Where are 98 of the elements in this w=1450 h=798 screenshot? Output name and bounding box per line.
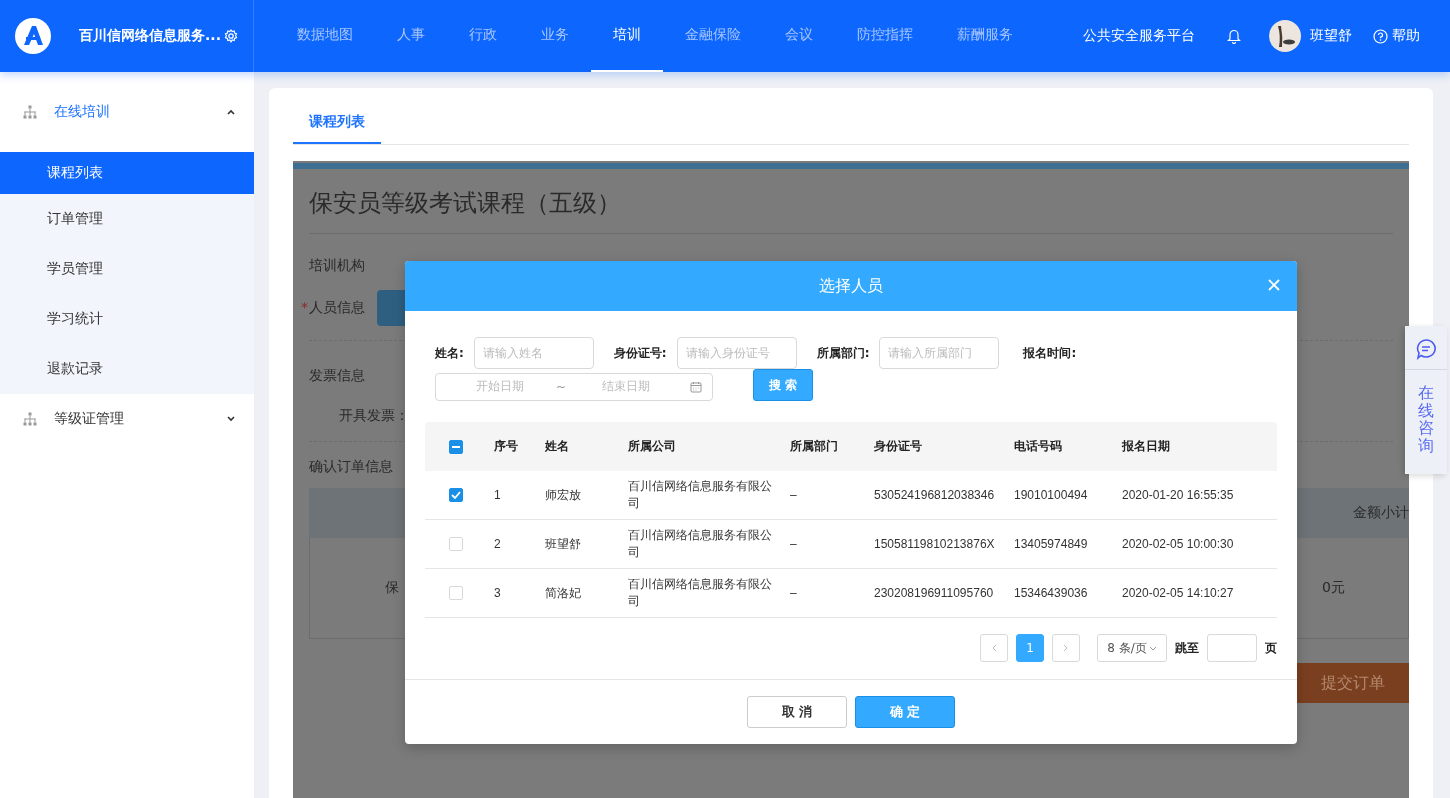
jump-label: 跳至 [1175, 639, 1199, 657]
caret-icon [226, 416, 236, 422]
caret-icon [226, 109, 236, 115]
table-header: 金额小计 [1353, 504, 1409, 522]
filter-label: 所属部门: [816, 344, 870, 362]
chat-bubble-icon [1415, 338, 1437, 360]
check-icon [451, 491, 461, 499]
table-cell-text: 百川信网络信息服务有限公司 [628, 576, 773, 610]
table-cell-text: 2 [494, 535, 502, 553]
help-icon [1373, 28, 1388, 44]
column-header: 报名日期 [1122, 438, 1171, 455]
nav-tab[interactable]: 业务 [519, 0, 591, 72]
user-name[interactable]: 班望舒 [1310, 27, 1352, 45]
filter-label: 报名时间: [1023, 344, 1077, 362]
row-checkbox[interactable] [449, 488, 463, 502]
nav-tab[interactable]: 培训 [591, 0, 663, 72]
select-all-checkbox[interactable] [449, 439, 463, 454]
page-button[interactable]: 1 [1016, 634, 1044, 662]
sidebar-item[interactable]: 学习统计 [0, 294, 254, 344]
nav-tab[interactable]: 数据地图 [275, 0, 375, 72]
table-cell-text: 15058119810213876X [874, 535, 996, 553]
field-label: *人员信息 [301, 299, 365, 317]
logo-icon [15, 18, 51, 54]
table-cell: 保 [385, 579, 399, 595]
sidebar-group[interactable]: 等级证管理 [0, 394, 254, 444]
previous-page-button[interactable] [980, 634, 1008, 662]
table-cell-text: 2020-01-20 16:55:35 [1122, 486, 1235, 504]
minus-icon [452, 445, 460, 448]
page-suffix: 页 [1265, 639, 1277, 657]
table-cell-text: 1 [494, 486, 502, 504]
table-cell-text: 百川信网络信息服务有限公司 [628, 527, 773, 561]
help-link[interactable]: 帮助 [1373, 27, 1420, 45]
table-cell-text: – [790, 584, 798, 602]
nav-tab[interactable]: 行政 [447, 0, 519, 72]
submit-order-button[interactable]: 提交订单 [1297, 663, 1409, 703]
cancel-button[interactable]: 取 消 [747, 696, 847, 728]
table-cell-text: 2020-02-05 14:10:27 [1122, 584, 1235, 602]
column-header: 电话号码 [1014, 438, 1063, 455]
sidebar-item[interactable]: 学员管理 [0, 244, 254, 294]
nav-tab[interactable]: 人事 [375, 0, 447, 72]
platform-link[interactable]: 公共安全服务平台 [1083, 27, 1195, 45]
field-label: 培训机构 [309, 257, 365, 275]
filter-input[interactable]: 请输入所属部门 [879, 337, 1000, 369]
confirm-button[interactable]: 确 定 [855, 696, 955, 728]
calendar-icon [690, 380, 702, 393]
table-cell-text: 2020-02-05 10:00:30 [1122, 535, 1235, 553]
sidebar-item[interactable]: 退款记录 [0, 344, 254, 394]
jump-page-input[interactable] [1207, 634, 1257, 662]
column-header: 所属公司 [628, 438, 677, 455]
column-header: 身份证号 [874, 438, 923, 455]
chevron-left-icon [991, 644, 997, 652]
table-cell-text: 3 [494, 584, 502, 602]
field-label: 开具发票： [339, 407, 409, 425]
sidebar-item[interactable]: 课程列表 [0, 152, 254, 194]
nav-tab[interactable]: 金融保险 [663, 0, 763, 72]
org-tree-icon [23, 412, 37, 426]
table-cell-text: 13405974849 [1014, 535, 1089, 553]
search-button[interactable]: 搜 索 [753, 369, 813, 401]
page-tab[interactable]: 课程列表 [293, 105, 381, 144]
filter-label: 身份证号: [613, 344, 667, 362]
column-header: 姓名 [545, 438, 570, 455]
table-cell-text: 15346439036 [1014, 584, 1089, 602]
section-title: 确认订单信息 [309, 458, 393, 476]
dialog-title: 选择人员 [819, 275, 883, 297]
table-cell-text: 19010100494 [1014, 486, 1089, 504]
nav-tab[interactable]: 防控指挥 [835, 0, 935, 72]
section-title: 发票信息 [309, 367, 365, 385]
next-page-button[interactable] [1052, 634, 1080, 662]
nav-tab[interactable]: 薪酬服务 [935, 0, 1035, 72]
close-icon[interactable] [1267, 278, 1281, 292]
caret-icon [1148, 645, 1157, 651]
course-title: 保安员等级考试课程（五级） [309, 169, 1393, 234]
app-name: 百川信网络信息服务... [79, 27, 221, 45]
nav-tab[interactable]: 会议 [763, 0, 835, 72]
column-header: 所属部门 [790, 438, 839, 455]
chevron-right-icon [1063, 644, 1069, 652]
filter-input[interactable]: 请输入身份证号 [676, 337, 797, 369]
table-cell-text: 简洛妃 [545, 584, 582, 602]
settings-icon[interactable] [223, 29, 238, 43]
sidebar-group[interactable]: 在线培训 [0, 72, 254, 152]
table-cell-text: 230208196911095760 [874, 584, 995, 602]
date-range-field[interactable]: 开始日期 ~ 结束日期 [435, 372, 713, 401]
column-header: 序号 [494, 438, 519, 455]
sidebar-item[interactable]: 订单管理 [0, 194, 254, 244]
table-cell-text: 530524196812038346 [874, 486, 996, 504]
filter-input[interactable]: 请输入姓名 [473, 337, 594, 369]
table-cell-text: – [790, 486, 798, 504]
page-size-select[interactable]: 8 条/页 [1097, 634, 1167, 662]
table-cell-text: – [790, 535, 798, 553]
table-cell-text: 百川信网络信息服务有限公司 [628, 478, 773, 512]
table-cell-text: 师宏放 [545, 486, 582, 504]
table-cell-text: 班望舒 [545, 535, 582, 553]
filter-label: 姓名: [435, 344, 464, 362]
avatar-icon[interactable] [1269, 20, 1301, 52]
org-tree-icon [23, 105, 37, 119]
table-cell: 0元 [1322, 579, 1345, 597]
notification-bell-icon[interactable] [1227, 28, 1241, 44]
online-consult-widget[interactable]: 在线咨询 [1405, 326, 1447, 474]
